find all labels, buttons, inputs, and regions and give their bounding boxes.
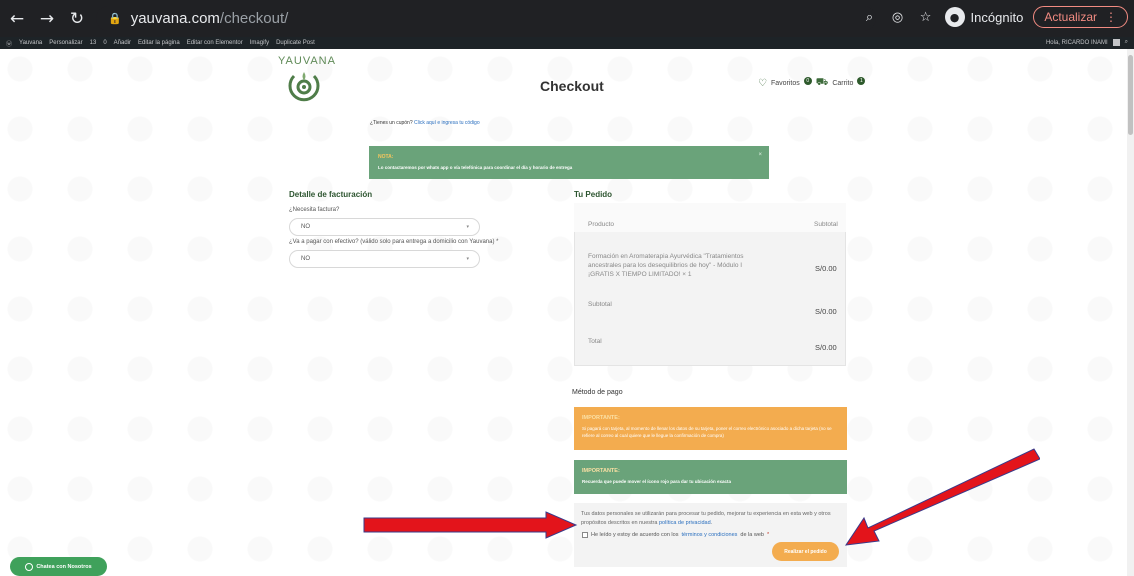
- wp-search-icon[interactable]: ⌕: [1125, 39, 1128, 46]
- favorites-link[interactable]: Favoritos: [771, 80, 800, 87]
- cart-icon[interactable]: ⛟: [816, 77, 829, 90]
- header-links: ♡ Favoritos 0 ⛟ Carrito 1: [758, 76, 866, 90]
- incognito-icon: ●: [944, 7, 965, 27]
- subtotal-value: S/0.00: [815, 307, 837, 316]
- cart-link[interactable]: Carrito: [832, 80, 853, 87]
- favorites-count-badge: 0: [803, 76, 812, 85]
- wp-admin-bar: ⓦ Yauvana Personalizar 13 0 Añadir Edita…: [0, 37, 1134, 49]
- invoice-label: ¿Necesita factura?: [289, 207, 340, 213]
- eye-off-icon[interactable]: ◎: [889, 10, 907, 25]
- nota-banner: NOTA: Lo contactaremos por whats app o v…: [369, 146, 769, 179]
- close-icon[interactable]: ×: [758, 152, 762, 158]
- cash-select[interactable]: NO ▾: [289, 250, 480, 268]
- col-product: Producto: [588, 221, 615, 228]
- url-text[interactable]: yauvana.com/checkout/: [131, 10, 289, 27]
- coupon-notice: ¿Tienes un cupón? Click aquí e ingresa t…: [370, 120, 480, 126]
- address-bar[interactable]: 🔒 yauvana.com/checkout/: [96, 6, 876, 31]
- chat-button[interactable]: Chatea con Nosotros: [10, 557, 107, 576]
- wp-item-comments[interactable]: 0: [103, 40, 106, 46]
- privacy-link[interactable]: política de privacidad: [659, 520, 711, 526]
- nota-title: NOTA:: [378, 154, 394, 160]
- update-button[interactable]: Actualizar ⋮: [1033, 6, 1128, 28]
- product-name: Formación en Aromaterapia Ayurvédica "Tr…: [588, 253, 744, 278]
- scrollbar-thumb[interactable]: [1128, 55, 1133, 135]
- total-value: S/0.00: [815, 343, 837, 352]
- wp-item-updates[interactable]: 13: [90, 40, 97, 46]
- wp-item-duplicate[interactable]: Duplicate Post: [276, 40, 315, 46]
- lock-icon: 🔒: [108, 12, 122, 25]
- invoice-select[interactable]: NO ▾: [289, 218, 480, 236]
- product-price: S/0.00: [815, 264, 837, 273]
- terms-link[interactable]: términos y condiciones: [681, 532, 737, 538]
- wp-item-edit-page[interactable]: Editar la página: [138, 40, 180, 46]
- heart-icon[interactable]: ♡: [758, 78, 767, 89]
- subtotal-label: Subtotal: [588, 301, 612, 308]
- logo-mark-icon: [288, 72, 320, 102]
- chevron-down-icon: ▾: [466, 256, 469, 262]
- browser-toolbar: ← → ↻ 🔒 yauvana.com/checkout/ ⌕ ◎ ☆ ● In…: [0, 0, 1134, 37]
- reload-icon[interactable]: ↻: [64, 9, 90, 29]
- forward-icon[interactable]: →: [34, 9, 60, 29]
- order-heading: Tu Pedido: [574, 190, 613, 199]
- wp-item-customize[interactable]: Personalizar: [49, 40, 82, 46]
- wp-item-elementor[interactable]: Editar con Elementor: [187, 40, 243, 46]
- wp-logo-icon[interactable]: ⓦ: [6, 39, 12, 48]
- place-order-button[interactable]: Realizar el pedido: [772, 542, 839, 561]
- card-notice: IMPORTANTE: Si pagará con tarjeta, al mo…: [574, 407, 847, 450]
- location-notice: IMPORTANTE: Recuerda que puede mover el …: [574, 460, 847, 494]
- more-vert-icon[interactable]: ⋮: [1105, 10, 1117, 24]
- payment-heading: Método de pago: [572, 389, 623, 396]
- wp-greeting[interactable]: Hola, RICARDO INAMI: [1046, 40, 1108, 46]
- col-subtotal: Subtotal: [814, 221, 838, 228]
- zoom-icon[interactable]: ⌕: [861, 10, 879, 25]
- privacy-text: Tus datos personales se utilizarán para …: [581, 511, 831, 526]
- order-table-header: [574, 203, 846, 232]
- cart-count-badge: 1: [857, 76, 866, 85]
- incognito-indicator[interactable]: ● Incógnito: [944, 7, 1023, 27]
- star-icon[interactable]: ☆: [917, 10, 935, 25]
- terms-checkbox[interactable]: [582, 532, 588, 538]
- coupon-link[interactable]: Click aquí e ingresa tu código: [414, 120, 480, 126]
- page-title: Checkout: [540, 78, 604, 94]
- terms-row: He leído y estoy de acuerdo con los térm…: [582, 532, 769, 538]
- whatsapp-icon: [25, 562, 34, 571]
- chevron-down-icon: ▾: [466, 224, 469, 230]
- nota-text: Lo contactaremos por whats app o vía tel…: [378, 165, 573, 170]
- checkout-page: YAUVANA Checkout ♡ Favoritos 0 ⛟ Carrito…: [0, 49, 1134, 576]
- billing-heading: Detalle de facturación: [289, 190, 373, 199]
- site-logo[interactable]: YAUVANA: [273, 55, 341, 111]
- back-icon[interactable]: ←: [4, 9, 30, 29]
- wp-item-site[interactable]: Yauvana: [19, 40, 42, 46]
- avatar[interactable]: [1112, 39, 1120, 46]
- background-pattern: [0, 49, 1134, 576]
- wp-item-new[interactable]: Añadir: [114, 40, 131, 46]
- wp-item-imagify[interactable]: Imagify: [250, 40, 269, 46]
- total-label: Total: [588, 338, 602, 345]
- cash-label: ¿Va a pagar con efectivo? (válido solo p…: [289, 239, 499, 245]
